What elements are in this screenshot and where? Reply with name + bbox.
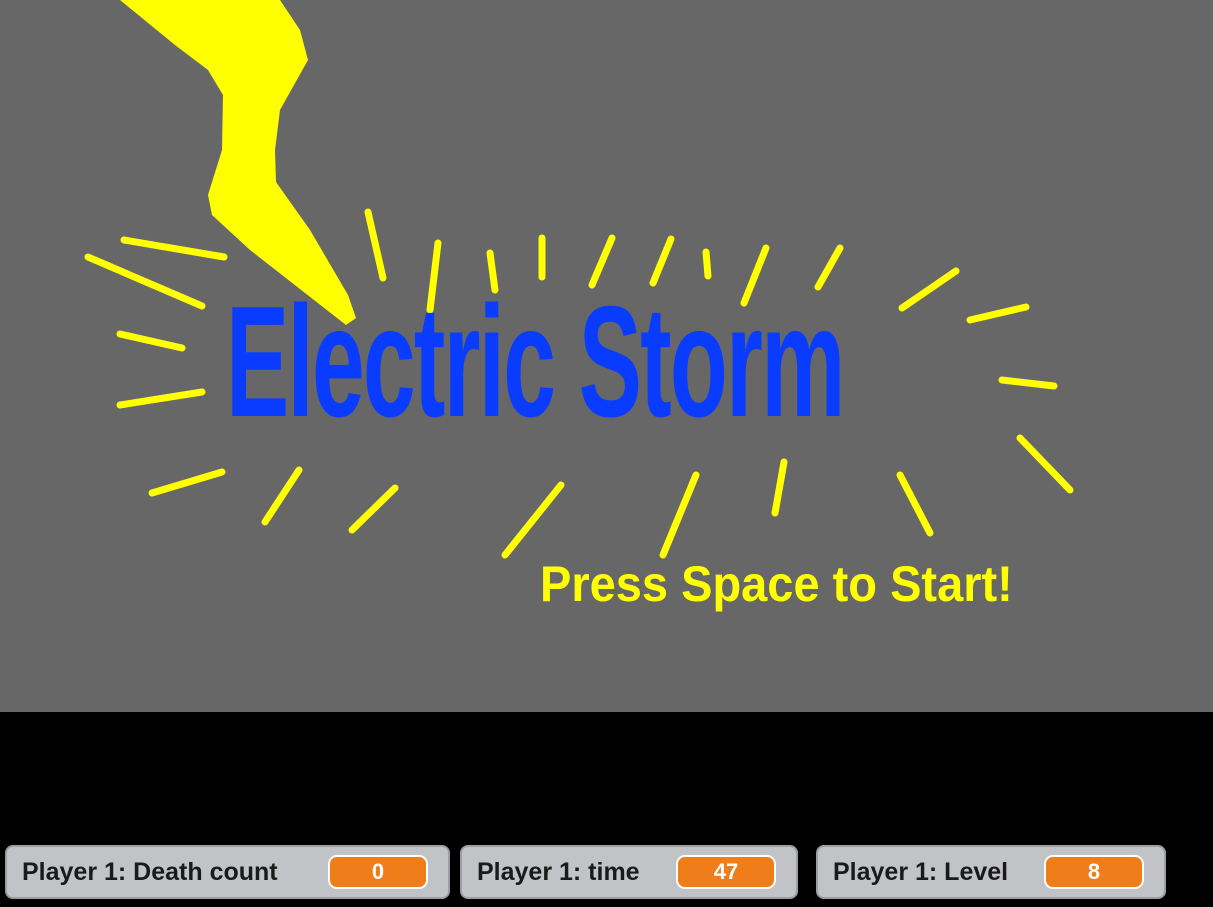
- start-prompt: Press Space to Start!: [540, 556, 1013, 612]
- monitor-time[interactable]: Player 1: time 47: [460, 845, 798, 899]
- monitor-value-death-count: 0: [328, 855, 428, 889]
- monitor-label: Player 1: Level: [833, 857, 1009, 886]
- monitor-death-count[interactable]: Player 1: Death count 0: [5, 845, 450, 899]
- game-stage[interactable]: Electric Storm Press Space to Start!: [0, 0, 1213, 712]
- monitor-value-level: 8: [1044, 855, 1144, 889]
- game-title: Electric Storm: [226, 274, 845, 450]
- monitor-label: Player 1: Death count: [22, 857, 278, 886]
- monitor-label: Player 1: time: [477, 857, 640, 886]
- monitor-level[interactable]: Player 1: Level 8: [816, 845, 1166, 899]
- monitor-value-time: 47: [676, 855, 776, 889]
